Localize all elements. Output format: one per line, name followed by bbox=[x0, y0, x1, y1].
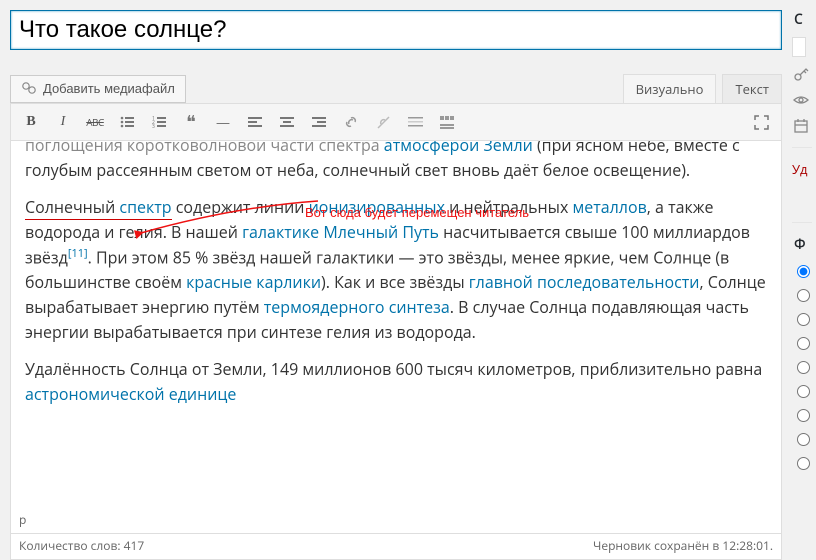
toolbar-toggle-button[interactable] bbox=[433, 108, 461, 136]
link-main-sequence[interactable]: главной последовательности bbox=[469, 271, 700, 293]
format-radio-7[interactable] bbox=[797, 409, 810, 422]
editor-toolbar: B I ABC 123 ❝ — bbox=[11, 104, 781, 141]
fullscreen-button[interactable] bbox=[747, 108, 775, 136]
annotation-text: Вот сюда будет перемещен читатель bbox=[305, 203, 529, 223]
link-red-dwarfs[interactable]: красные карлики bbox=[186, 271, 321, 293]
svg-text:3: 3 bbox=[152, 124, 155, 129]
align-left-button[interactable] bbox=[241, 108, 269, 136]
reference-11[interactable]: [11] bbox=[68, 246, 88, 261]
sidebar-field[interactable] bbox=[792, 37, 806, 57]
format-radio-6[interactable] bbox=[797, 385, 810, 398]
format-radio-5[interactable] bbox=[797, 361, 810, 374]
align-center-button[interactable] bbox=[273, 108, 301, 136]
format-radio-2[interactable] bbox=[797, 289, 810, 302]
bold-button[interactable]: B bbox=[17, 108, 45, 136]
format-radio-8[interactable] bbox=[797, 433, 810, 446]
align-right-button[interactable] bbox=[305, 108, 333, 136]
anchor-target: Солнечный спектр bbox=[25, 195, 172, 221]
hr-button[interactable]: — bbox=[209, 108, 237, 136]
quote-button[interactable]: ❝ bbox=[177, 108, 205, 136]
link-galaxy[interactable]: галактике bbox=[242, 221, 319, 243]
strike-button[interactable]: ABC bbox=[81, 108, 109, 136]
element-path: p bbox=[11, 508, 781, 533]
key-icon bbox=[792, 65, 810, 83]
truncated-text: поглощения коротковолновой части спектра bbox=[25, 141, 384, 156]
link-atmosphere[interactable]: атмосферой Земли bbox=[384, 141, 533, 156]
format-radio-9[interactable] bbox=[797, 457, 810, 470]
word-count: Количество слов: 417 bbox=[19, 537, 144, 554]
more-button[interactable] bbox=[401, 108, 429, 136]
link-fusion[interactable]: термоядерного синтеза bbox=[264, 296, 450, 318]
editor-content[interactable]: поглощения коротковолновой части спектра… bbox=[11, 141, 781, 508]
link-metals[interactable]: металлов bbox=[572, 196, 646, 218]
media-icon bbox=[21, 81, 37, 97]
editor-container: B I ABC 123 ❝ — поглощения bbox=[10, 103, 782, 560]
format-radio-4[interactable] bbox=[797, 337, 810, 350]
draft-saved: Черновик сохранён в 12:28:01. bbox=[593, 537, 773, 554]
post-title-input[interactable] bbox=[10, 10, 782, 50]
unlink-button[interactable] bbox=[369, 108, 397, 136]
link-milky-way[interactable]: Млечный Путь bbox=[323, 221, 439, 243]
tab-text[interactable]: Текст bbox=[722, 74, 782, 103]
italic-button[interactable]: I bbox=[49, 108, 77, 136]
format-radio-1[interactable] bbox=[797, 265, 810, 278]
format-radio-3[interactable] bbox=[797, 313, 810, 326]
link-au[interactable]: астрономической единице bbox=[25, 383, 236, 405]
link-spectrum[interactable]: спектр bbox=[119, 196, 171, 218]
link-button[interactable] bbox=[337, 108, 365, 136]
trash-link[interactable]: Уд bbox=[792, 160, 808, 178]
eye-icon bbox=[792, 91, 810, 109]
ol-button[interactable]: 123 bbox=[145, 108, 173, 136]
calendar-icon bbox=[792, 117, 810, 135]
add-media-button[interactable]: Добавить медиафайл bbox=[10, 75, 186, 103]
sidebar-section-1: С bbox=[792, 10, 803, 29]
ul-button[interactable] bbox=[113, 108, 141, 136]
tab-visual[interactable]: Визуально bbox=[623, 74, 717, 103]
sidebar-section-2: Ф bbox=[792, 235, 806, 254]
add-media-label: Добавить медиафайл bbox=[43, 81, 175, 96]
